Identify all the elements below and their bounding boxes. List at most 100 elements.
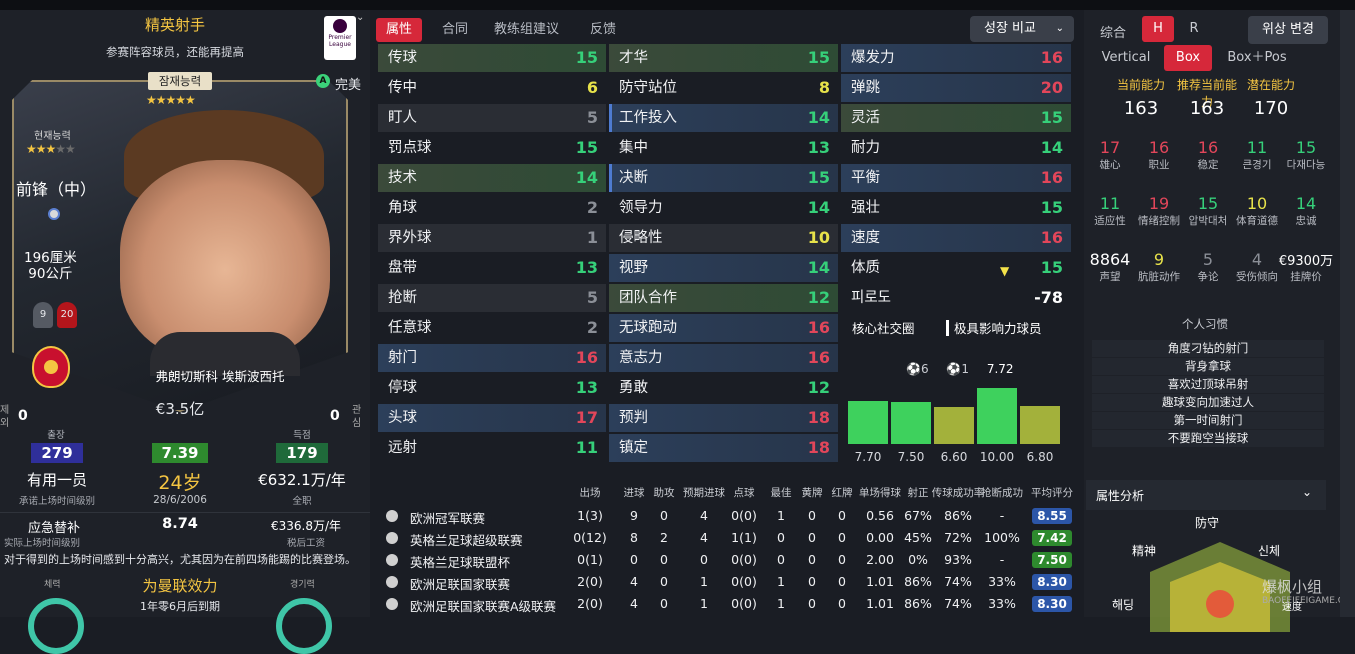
stats-row[interactable]: 欧洲足联国家联赛A级联赛 2(0) 4 0 1 0(0) 1 0 0 1.01 86% 74% 33% 8… [376, 593, 1076, 615]
tab-1[interactable]: 合同 [432, 18, 478, 42]
tab-2[interactable]: 教练组建议 [484, 18, 569, 42]
vertical-toggle[interactable]: Vertical [1094, 45, 1158, 71]
club-crest-icon[interactable] [32, 346, 70, 388]
attribute-name: 强壮 [851, 200, 880, 216]
attribute-value: 15 [575, 138, 598, 157]
attribute-value: 12 [807, 378, 830, 397]
attribute-name: 灵活 [851, 110, 880, 126]
side-scroll-strip[interactable] [1340, 10, 1355, 617]
apps-value: 279 [31, 443, 83, 463]
attribute-value: 14 [807, 258, 830, 277]
shirt-number-icon: 20 [57, 302, 77, 328]
personality-label: 다재다능 [1286, 159, 1326, 171]
average-rating: 8.74 [162, 516, 198, 532]
stats-row[interactable]: 英格兰足球超级联赛 0(12) 8 2 4 1(1) 0 0 0 0.00 45% 72% 100% 7.… [376, 527, 1076, 549]
personality-item: €9300万 挂牌价 [1278, 250, 1334, 284]
sharpness-label: 경기력 [290, 580, 315, 590]
attribute-analysis-header[interactable]: 属性分析 ⌄ [1086, 480, 1326, 510]
personality-value: 16 [1197, 138, 1219, 157]
tab-3[interactable]: 反馈 [580, 18, 626, 42]
box-pos-toggle[interactable]: Box＋Pos [1220, 45, 1294, 71]
premier-league-logo[interactable]: Premier League [324, 16, 356, 60]
form-bar [891, 402, 931, 444]
attribute-name: 射门 [388, 350, 417, 366]
form-bar-label: 7.50 [897, 450, 925, 464]
attribute-value: 5 [586, 108, 598, 127]
attribute-name: 预判 [619, 410, 648, 426]
attribute-name: 罚点球 [388, 140, 432, 156]
box-toggle[interactable]: Box [1164, 45, 1212, 71]
ability-value: 163 [1123, 98, 1159, 119]
personality-label: 稳定 [1197, 159, 1219, 171]
personality-label: 압박대처 [1188, 215, 1228, 227]
divider [0, 512, 370, 513]
attribute-name: 传中 [388, 80, 417, 96]
attribute-name: 侵略性 [619, 230, 663, 246]
player-age: 24岁 [158, 472, 202, 494]
change-status-button[interactable]: 위상 변경 [1248, 16, 1328, 44]
player-position: 前锋（中） [16, 180, 97, 199]
attribute-value: 15 [807, 168, 830, 187]
nationality-flag-icon [48, 208, 60, 220]
attribute-value: 16 [807, 318, 830, 337]
goals-value: 179 [276, 443, 328, 463]
stats-cell: 33% [988, 596, 1016, 611]
attribute-value: 11 [575, 438, 598, 457]
attribute-row: 侵略性 10 [609, 224, 838, 252]
attribute-value: 6 [586, 78, 598, 97]
attribute-value: 18 [807, 438, 830, 457]
radar-label-defence: 防守 [1195, 516, 1220, 530]
attribute-value: 2 [586, 318, 598, 337]
interest-count: 0 [330, 408, 340, 424]
sharpness-gauge [276, 598, 332, 654]
chevron-down-icon: ⌄ [1055, 23, 1064, 34]
personality-item: 17 雄心 [1082, 138, 1138, 172]
h-toggle[interactable]: H [1142, 16, 1174, 42]
squad-role-label: 实际上场时间级别 [4, 538, 81, 549]
stats-row[interactable]: 欧洲冠军联赛 1(3) 9 0 4 0(0) 1 0 0 0.56 67% 86% -8.55 [376, 505, 1076, 527]
attribute-row: 角球 2 [378, 194, 606, 222]
attribute-value: 15 [1040, 198, 1063, 217]
attribute-row: 盯人 5 [378, 104, 606, 132]
attribute-name: 防守站位 [619, 80, 677, 96]
personality-item: 15 압박대처 [1180, 194, 1236, 228]
form-bar-label: 6.60 [940, 450, 968, 464]
attribute-row: 界外球 1 [378, 224, 606, 252]
stats-row[interactable]: 欧洲足联国家联赛 2(0) 4 0 1 0(0) 1 0 0 1.01 86% 74% 33% 8.30 [376, 571, 1076, 593]
tab-0[interactable]: 属性 [376, 18, 423, 42]
stats-rating: 8.55 [1032, 508, 1072, 524]
attribute-value: 15 [1040, 108, 1063, 127]
radar-core [1206, 590, 1234, 618]
compare-label: 성장 비교 [984, 21, 1036, 36]
highlight-marker [609, 104, 612, 132]
attribute-name: 传球 [388, 50, 417, 66]
stats-rating: 8.30 [1032, 596, 1072, 612]
form-bar-label: 10.00 [979, 450, 1015, 464]
personality-label: 体育道德 [1236, 215, 1278, 227]
ability-header: 当前能力 [1116, 78, 1165, 92]
competition-name: 欧洲足联国家联赛 [410, 577, 511, 592]
personality-label: 肮脏动作 [1138, 271, 1180, 283]
r-toggle[interactable]: R [1178, 16, 1210, 42]
chevron-down-icon[interactable]: ⌄ [356, 12, 364, 23]
growth-compare-dropdown[interactable]: ⌄ 성장 비교 [970, 16, 1074, 42]
condition-gauge [28, 598, 84, 654]
net-wage-label: 税后工资 [286, 538, 325, 549]
attribute-value: 16 [1040, 48, 1063, 67]
personality-value: €9300万 [1278, 254, 1334, 269]
attribute-row: 无球跑动 16 [609, 314, 838, 342]
attribute-analysis-label: 属性分析 [1096, 489, 1145, 503]
attribute-value: 2 [586, 198, 598, 217]
attribute-row: 抢断 5 [378, 284, 606, 312]
form-bar-label: 7.70 [854, 450, 882, 464]
attribute-value: 16 [575, 348, 598, 367]
attribute-value: 15 [807, 48, 830, 67]
personality-value: 9 [1153, 250, 1165, 269]
stats-rating: 8.30 [1032, 574, 1072, 590]
stats-row[interactable]: 英格兰足球联盟杯 0(1) 0 0 0 0(0) 0 0 0 2.00 0% 93% -7.50 [376, 549, 1076, 571]
attribute-row: 피로도 -78 [841, 284, 1071, 312]
habit-item: 不要跑空当接球 [1092, 430, 1324, 447]
height-weight: 196厘米 90公斤 [24, 250, 77, 282]
attribute-name: 角球 [388, 200, 417, 216]
competition-name: 欧洲足联国家联赛A级联赛 [410, 599, 557, 614]
